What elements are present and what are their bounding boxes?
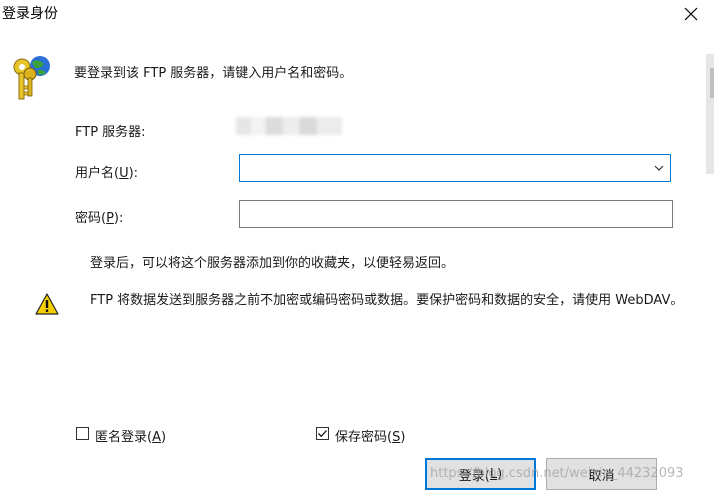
password-label-post: ): [113, 211, 124, 226]
server-value-redacted [236, 117, 342, 135]
cancel-button[interactable]: 取消 [546, 458, 657, 490]
anonymous-access-key: A [152, 430, 161, 445]
close-button[interactable] [668, 0, 714, 28]
anonymous-login-checkbox[interactable] [76, 427, 89, 440]
save-label-pre: 保存密码( [335, 430, 393, 445]
anonymous-label-pre: 匿名登录( [95, 430, 153, 445]
anonymous-label-post: ) [160, 430, 167, 445]
username-combobox[interactable] [239, 154, 671, 182]
close-icon [684, 7, 698, 21]
username-label: 用户名(U): [75, 162, 138, 181]
save-label-post: ) [400, 430, 406, 445]
keys-globe-icon [13, 56, 50, 100]
window-title: 登录身份 [2, 6, 58, 22]
password-label: 密码(P): [75, 207, 123, 226]
anonymous-login-label[interactable]: 匿名登录(A) [95, 426, 166, 445]
username-label-pre: 用户名( [75, 166, 120, 181]
login-button[interactable]: 登录(L) [425, 458, 536, 490]
username-label-post: ): [128, 166, 139, 181]
save-password-checkbox[interactable] [316, 427, 329, 440]
password-field[interactable] [239, 200, 673, 228]
login-access-key: L [489, 466, 498, 482]
login-label-pre: 登录( [458, 468, 490, 484]
chevron-down-icon[interactable] [652, 162, 666, 174]
title-bar: 登录身份 [0, 0, 714, 28]
warning-icon [35, 293, 59, 315]
password-access-key: P [106, 211, 114, 226]
username-access-key: U [119, 166, 129, 181]
login-label-post: ) [497, 466, 503, 482]
window-edge-shadow [710, 68, 714, 98]
save-password-label[interactable]: 保存密码(S) [335, 426, 405, 445]
server-label: FTP 服务器: [75, 125, 146, 140]
security-warning-text: FTP 将数据发送到服务器之前不加密或编码密码或数据。要保护密码和数据的安全，请… [90, 293, 684, 308]
intro-text: 要登录到该 FTP 服务器，请键入用户名和密码。 [74, 66, 353, 81]
password-label-pre: 密码( [75, 211, 107, 226]
checkmark-icon [318, 430, 327, 438]
favorites-info-text: 登录后，可以将这个服务器添加到你的收藏夹，以便轻易返回。 [90, 256, 455, 271]
